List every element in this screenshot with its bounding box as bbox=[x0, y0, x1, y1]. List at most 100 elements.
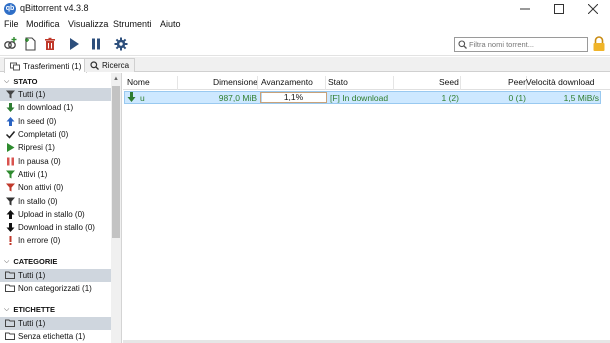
menu-bar: File Modifica Visualizza Strumenti Aiuto bbox=[0, 18, 610, 32]
torrent-size: 987,0 MiB bbox=[218, 93, 257, 103]
filter-label: In pausa (0) bbox=[18, 156, 61, 166]
torrent-name: u bbox=[140, 93, 145, 103]
status-filter-download-stalled[interactable]: Download in stallo (0) bbox=[0, 221, 111, 234]
column-divider[interactable] bbox=[460, 76, 461, 90]
folder-icon bbox=[5, 283, 15, 293]
section-title: STATO bbox=[13, 77, 38, 86]
status-filter-upload-stalled[interactable]: Upload in stallo (0) bbox=[0, 208, 111, 221]
status-filter-completed[interactable]: Completati (0) bbox=[0, 128, 111, 141]
filter-label: Non attivi (0) bbox=[18, 183, 64, 193]
status-filter-seeding[interactable]: In seed (0) bbox=[0, 115, 111, 128]
add-torrent-link-button[interactable] bbox=[2, 36, 18, 52]
downloading-status-icon bbox=[127, 92, 136, 104]
tag-filter-untagged[interactable]: Senza etichetta (1) bbox=[0, 330, 111, 343]
sidebar-scrollbar[interactable]: ▲ bbox=[111, 73, 121, 343]
collapse-caret-icon[interactable]: ⌵ bbox=[4, 78, 9, 86]
column-divider[interactable] bbox=[257, 76, 258, 90]
status-filter-downloading[interactable]: In download (1) bbox=[0, 101, 111, 114]
filter-label: In stallo (0) bbox=[18, 196, 58, 206]
category-filter-all[interactable]: Tutti (1) bbox=[0, 268, 111, 282]
qbittorrent-logo-icon: qb bbox=[4, 3, 16, 15]
menu-visualizza[interactable]: Visualizza bbox=[68, 19, 108, 29]
pause-button[interactable] bbox=[88, 36, 104, 52]
filter-label: Attivi (1) bbox=[18, 169, 48, 179]
status-filter-stalled[interactable]: In stallo (0) bbox=[0, 194, 111, 207]
filter-label: Download in stallo (0) bbox=[18, 223, 95, 233]
torrent-seeds: 1 (2) bbox=[441, 93, 459, 103]
pause-icon bbox=[5, 156, 15, 166]
upload-stalled-icon bbox=[5, 209, 15, 219]
menu-aiuto[interactable]: Aiuto bbox=[160, 19, 181, 29]
column-header-name[interactable]: Nome bbox=[127, 77, 150, 87]
tab-transfers-label: Trasferimenti (1) bbox=[23, 61, 82, 71]
maximize-button[interactable] bbox=[542, 0, 576, 18]
category-filter-uncategorized[interactable]: Non categorizzati (1) bbox=[0, 282, 111, 295]
tab-search[interactable]: Ricerca bbox=[84, 58, 136, 72]
filter-label: In download (1) bbox=[18, 103, 74, 113]
status-filter-inactive[interactable]: Non attivi (0) bbox=[0, 181, 111, 194]
torrent-download-speed: 1,5 MiB/s bbox=[563, 93, 599, 103]
folder-icon bbox=[5, 318, 15, 328]
active-filter-icon bbox=[5, 169, 15, 179]
column-header-status[interactable]: Stato bbox=[328, 77, 348, 87]
search-input[interactable] bbox=[469, 39, 585, 50]
lock-icon bbox=[593, 36, 605, 51]
delete-torrent-button[interactable] bbox=[42, 36, 58, 52]
menu-strumenti[interactable]: Strumenti bbox=[113, 19, 152, 29]
window-title: qBittorrent v4.3.8 bbox=[20, 3, 89, 13]
filter-label: Upload in stallo (0) bbox=[18, 209, 85, 219]
column-divider[interactable] bbox=[325, 76, 326, 90]
sidebar-scroll-thumb[interactable] bbox=[112, 86, 120, 238]
column-header-size[interactable]: Dimensione bbox=[213, 77, 258, 87]
menu-file[interactable]: File bbox=[4, 19, 19, 29]
menu-modifica[interactable]: Modifica bbox=[26, 19, 60, 29]
section-header-etichette[interactable]: ⌵ ETICHETTE bbox=[0, 303, 111, 316]
minimize-button[interactable] bbox=[508, 0, 542, 18]
status-filter-errored[interactable]: In errore (0) bbox=[0, 234, 111, 247]
title-bar: qb qBittorrent v4.3.8 bbox=[0, 0, 610, 18]
download-stalled-icon bbox=[5, 223, 15, 233]
search-icon bbox=[90, 61, 99, 70]
column-header-seeds[interactable]: Seed bbox=[439, 77, 459, 87]
column-divider[interactable] bbox=[177, 76, 178, 90]
column-header-progress[interactable]: Avanzamento bbox=[261, 77, 313, 87]
status-filter-all[interactable]: Tutti (1) bbox=[0, 88, 111, 102]
status-filter-paused[interactable]: In pausa (0) bbox=[0, 155, 111, 168]
column-header-download-speed[interactable]: Velocità download bbox=[526, 77, 602, 87]
section-header-stato[interactable]: ⌵ STATO bbox=[0, 75, 111, 88]
lock-ui-button[interactable] bbox=[592, 36, 606, 54]
tab-transfers[interactable]: Trasferimenti (1) bbox=[4, 58, 88, 73]
search-icon bbox=[458, 40, 467, 49]
toolbar bbox=[0, 32, 610, 56]
options-button[interactable] bbox=[113, 36, 129, 52]
section-title: ETICHETTE bbox=[13, 305, 55, 314]
scroll-up-arrow-icon[interactable]: ▲ bbox=[113, 76, 119, 82]
pause-icon bbox=[92, 38, 100, 50]
stalled-filter-icon bbox=[5, 196, 15, 206]
tag-filter-all[interactable]: Tutti (1) bbox=[0, 316, 111, 330]
error-icon bbox=[5, 236, 15, 246]
filter-label: In seed (0) bbox=[18, 116, 57, 126]
gear-icon bbox=[114, 37, 128, 51]
add-torrent-file-button[interactable] bbox=[22, 36, 38, 52]
upload-arrow-icon bbox=[5, 116, 15, 126]
column-divider[interactable] bbox=[393, 76, 394, 90]
collapse-caret-icon[interactable]: ⌵ bbox=[4, 306, 9, 314]
close-button[interactable] bbox=[576, 0, 610, 18]
play-icon bbox=[70, 38, 79, 50]
filter-label: Tutti (1) bbox=[18, 90, 46, 100]
section-header-categorie[interactable]: ⌵ CATEGORIE bbox=[0, 255, 111, 268]
resume-button[interactable] bbox=[66, 36, 82, 52]
collapse-caret-icon[interactable]: ⌵ bbox=[4, 258, 9, 266]
status-filter-resumed[interactable]: Ripresi (1) bbox=[0, 141, 111, 154]
tab-search-label: Ricerca bbox=[102, 61, 130, 70]
column-header-peers[interactable]: Peer bbox=[508, 77, 526, 87]
checkmark-icon bbox=[5, 130, 15, 140]
torrent-peers: 0 (1) bbox=[508, 93, 526, 103]
transfers-icon bbox=[10, 62, 20, 70]
status-filter-active[interactable]: Attivi (1) bbox=[0, 168, 111, 181]
table-row[interactable]: u 987,0 MiB 1,1% [F] In download 1 (2) 0… bbox=[124, 91, 601, 104]
download-arrow-icon bbox=[5, 103, 15, 113]
trash-icon bbox=[45, 37, 55, 50]
minimize-icon bbox=[520, 8, 530, 10]
